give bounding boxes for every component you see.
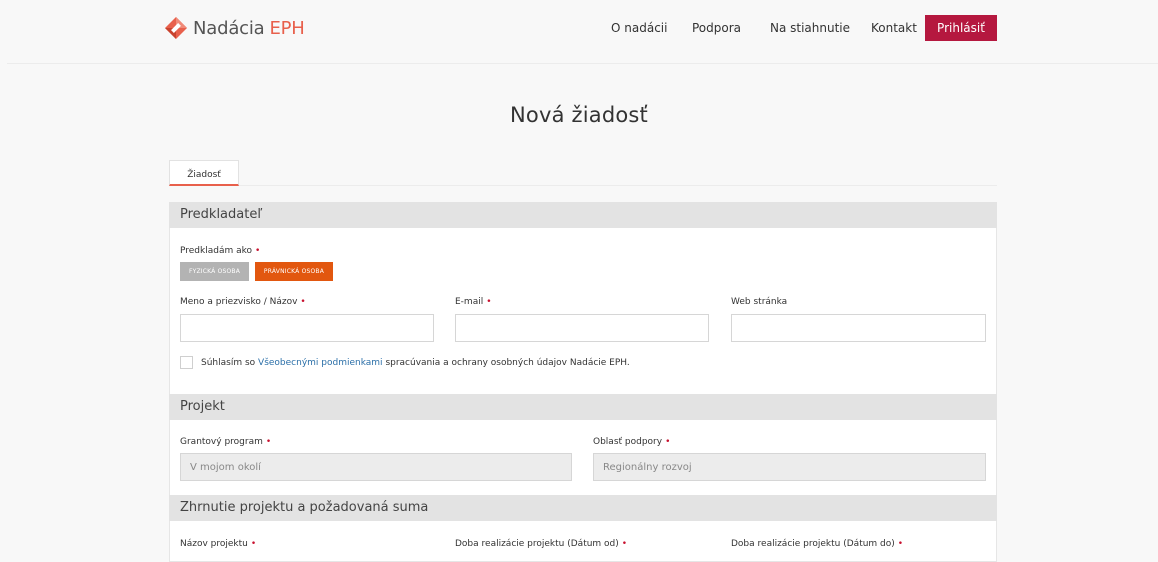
project-name-label: Názov projektu •: [180, 539, 257, 549]
brand-name: Nadácia: [193, 17, 265, 39]
date-to-label: Doba realizácie projektu (Dátum do) •: [731, 539, 904, 549]
nav-na-stiahnutie[interactable]: Na stiahnutie: [770, 15, 850, 41]
tab-ziadost[interactable]: Žiadosť: [169, 160, 239, 186]
consent-text: Súhlasím so Všeobecnými podmienkami spra…: [201, 358, 630, 368]
person-type-legal-button[interactable]: PRÁVNICKÁ OSOBA: [255, 262, 333, 281]
required-mark: •: [265, 437, 272, 447]
email-input[interactable]: [455, 314, 709, 342]
consent-checkbox[interactable]: [180, 356, 193, 369]
program-field: [180, 453, 572, 481]
brand-accent: EPH: [269, 17, 305, 39]
name-label: Meno a priezvisko / Názov •: [180, 297, 306, 307]
site-logo[interactable]: Nadácia EPH: [164, 10, 305, 46]
email-label: E-mail •: [455, 297, 492, 307]
submit-as-label: Predkladám ako •: [180, 246, 261, 256]
nav-kontakt[interactable]: Kontakt: [871, 15, 917, 41]
name-input[interactable]: [180, 314, 434, 342]
area-label: Oblasť podpory •: [593, 437, 671, 447]
section-project-header: Projekt: [169, 394, 997, 420]
nav-o-nadacii[interactable]: O nadácii: [611, 15, 667, 41]
page-title: Nová žiadosť: [509, 103, 648, 127]
section-summary-header: Zhrnutie projektu a požadovaná suma: [169, 495, 997, 521]
diamond-logo-icon: [165, 17, 187, 39]
required-mark: •: [486, 297, 492, 307]
nav-podpora[interactable]: Podpora: [692, 15, 741, 41]
required-mark: •: [621, 539, 628, 549]
required-mark: •: [897, 539, 904, 549]
required-mark: •: [300, 297, 306, 307]
section-applicant-header: Predkladateľ: [169, 202, 997, 228]
web-input[interactable]: [731, 314, 986, 342]
tab-underline: [239, 185, 997, 186]
required-mark: •: [250, 539, 257, 549]
terms-link[interactable]: Všeobecnými podmienkami: [258, 358, 383, 368]
login-button[interactable]: Prihlásiť: [925, 15, 997, 41]
required-mark: •: [665, 437, 671, 447]
program-label: Grantový program •: [180, 437, 272, 447]
required-mark: •: [255, 246, 261, 256]
person-type-natural-button[interactable]: FYZICKÁ OSOBA: [180, 262, 249, 281]
date-from-label: Doba realizácie projektu (Dátum od) •: [455, 539, 628, 549]
web-label: Web stránka: [731, 297, 788, 307]
area-field: [593, 453, 986, 481]
